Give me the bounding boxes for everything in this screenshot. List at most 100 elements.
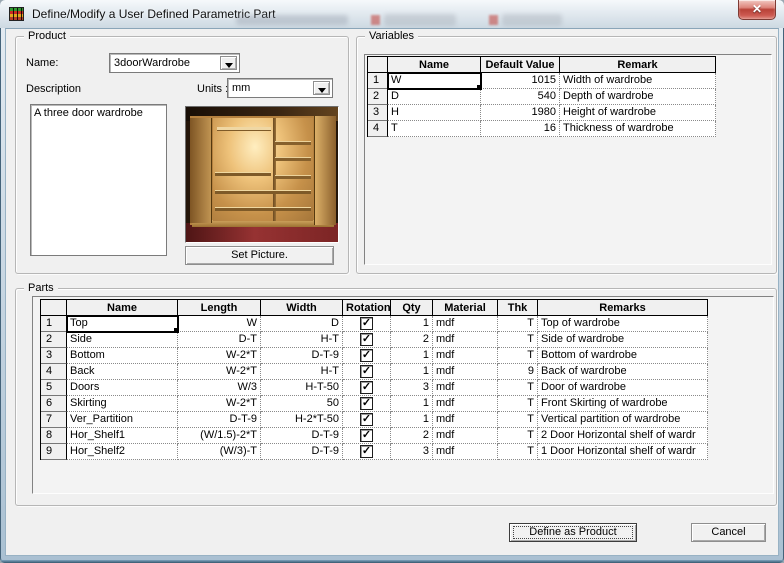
part-rotation-cell[interactable]: ✓ xyxy=(343,444,391,460)
variable-name-cell[interactable]: T xyxy=(388,121,481,137)
part-width-cell[interactable]: D xyxy=(261,316,343,332)
part-material-cell[interactable]: mdf xyxy=(433,380,498,396)
define-as-product-button[interactable]: Define as Product xyxy=(509,523,637,542)
variable-default-value-cell[interactable]: 1015 xyxy=(481,73,560,89)
description-textarea[interactable]: A three door wardrobe xyxy=(30,104,167,256)
part-material-cell[interactable]: mdf xyxy=(433,396,498,412)
part-material-cell[interactable]: mdf xyxy=(433,428,498,444)
row-number-cell[interactable]: 5 xyxy=(41,380,67,396)
row-number-cell[interactable]: 3 xyxy=(41,348,67,364)
variable-name-cell[interactable]: D xyxy=(388,89,481,105)
part-qty-cell[interactable]: 2 xyxy=(391,428,433,444)
units-combobox[interactable]: mm xyxy=(227,78,333,98)
part-rotation-cell[interactable]: ✓ xyxy=(343,364,391,380)
part-length-cell[interactable]: W xyxy=(178,316,261,332)
part-rotation-cell[interactable]: ✓ xyxy=(343,332,391,348)
part-width-cell[interactable]: H-T xyxy=(261,332,343,348)
row-number-cell[interactable]: 1 xyxy=(41,316,67,332)
part-name-cell[interactable]: Hor_Shelf1 xyxy=(67,428,178,444)
part-thk-cell[interactable]: T xyxy=(498,332,538,348)
variable-remark-cell[interactable]: Width of wardrobe xyxy=(560,73,716,89)
part-thk-cell[interactable]: T xyxy=(498,396,538,412)
row-number-cell[interactable]: 7 xyxy=(41,412,67,428)
part-length-cell[interactable]: W-2*T xyxy=(178,396,261,412)
part-name-cell[interactable]: Side xyxy=(67,332,178,348)
part-name-cell[interactable]: Skirting xyxy=(67,396,178,412)
part-remarks-cell[interactable]: Back of wardrobe xyxy=(538,364,708,380)
part-rotation-cell[interactable]: ✓ xyxy=(343,428,391,444)
part-length-cell[interactable]: W-2*T xyxy=(178,348,261,364)
variable-default-value-cell[interactable]: 540 xyxy=(481,89,560,105)
part-width-cell[interactable]: D-T-9 xyxy=(261,428,343,444)
part-remarks-cell[interactable]: Top of wardrobe xyxy=(538,316,708,332)
part-rotation-cell[interactable]: ✓ xyxy=(343,316,391,332)
table-row[interactable]: 5 Doors W/3 H-T-50 ✓ 3 mdf T Door of war… xyxy=(41,380,708,396)
part-material-cell[interactable]: mdf xyxy=(433,412,498,428)
row-number-cell[interactable]: 4 xyxy=(41,364,67,380)
part-remarks-cell[interactable]: Bottom of wardrobe xyxy=(538,348,708,364)
part-qty-cell[interactable]: 1 xyxy=(391,364,433,380)
table-row[interactable]: 7 Ver_Partition D-T-9 H-2*T-50 ✓ 1 mdf T xyxy=(41,412,708,428)
rotation-checkbox[interactable]: ✓ xyxy=(360,317,373,330)
part-remarks-cell[interactable]: Vertical partition of wardrobe xyxy=(538,412,708,428)
part-thk-cell[interactable]: T xyxy=(498,428,538,444)
part-material-cell[interactable]: mdf xyxy=(433,316,498,332)
variable-remark-cell[interactable]: Thickness of wardrobe xyxy=(560,121,716,137)
part-thk-cell[interactable]: T xyxy=(498,444,538,460)
part-qty-cell[interactable]: 1 xyxy=(391,348,433,364)
part-length-cell[interactable]: (W/1.5)-2*T xyxy=(178,428,261,444)
part-remarks-cell[interactable]: Side of wardrobe xyxy=(538,332,708,348)
part-qty-cell[interactable]: 1 xyxy=(391,316,433,332)
table-row[interactable]: 9 Hor_Shelf2 (W/3)-T D-T-9 ✓ 3 mdf T 1 D… xyxy=(41,444,708,460)
row-number-cell[interactable]: 2 xyxy=(41,332,67,348)
part-name-cell[interactable]: Bottom xyxy=(67,348,178,364)
rotation-checkbox[interactable]: ✓ xyxy=(360,429,373,442)
rotation-checkbox[interactable]: ✓ xyxy=(360,365,373,378)
part-thk-cell[interactable]: T xyxy=(498,348,538,364)
part-remarks-cell[interactable]: Front Skirting of wardrobe xyxy=(538,396,708,412)
part-length-cell[interactable]: W-2*T xyxy=(178,364,261,380)
part-width-cell[interactable]: D-T-9 xyxy=(261,444,343,460)
close-button[interactable]: ✕ xyxy=(738,0,776,20)
part-name-cell[interactable]: Ver_Partition xyxy=(67,412,178,428)
part-width-cell[interactable]: 50 xyxy=(261,396,343,412)
part-thk-cell[interactable]: T xyxy=(498,316,538,332)
table-row[interactable]: 1 Top W D ✓ 1 mdf T Top of wardrobe xyxy=(41,315,708,333)
rotation-checkbox[interactable]: ✓ xyxy=(360,381,373,394)
part-name-cell[interactable]: Doors xyxy=(67,380,178,396)
row-number-cell[interactable]: 8 xyxy=(41,428,67,444)
set-picture-button[interactable]: Set Picture. xyxy=(185,246,334,265)
row-number-cell[interactable]: 4 xyxy=(368,121,388,137)
table-row[interactable]: 2 Side D-T H-T ✓ 2 mdf T Side of wardrob… xyxy=(41,332,708,348)
table-row[interactable]: 2 D 540 Depth of wardrobe xyxy=(368,89,716,105)
variable-name-cell[interactable]: H xyxy=(388,105,481,121)
rotation-checkbox[interactable]: ✓ xyxy=(360,445,373,458)
rotation-checkbox[interactable]: ✓ xyxy=(360,397,373,410)
part-name-cell[interactable]: Top xyxy=(66,315,179,333)
part-rotation-cell[interactable]: ✓ xyxy=(343,348,391,364)
part-rotation-cell[interactable]: ✓ xyxy=(343,380,391,396)
part-thk-cell[interactable]: T xyxy=(498,380,538,396)
part-name-cell[interactable]: Back xyxy=(67,364,178,380)
part-width-cell[interactable]: D-T-9 xyxy=(261,348,343,364)
rotation-checkbox[interactable]: ✓ xyxy=(360,413,373,426)
part-thk-cell[interactable]: 9 xyxy=(498,364,538,380)
part-qty-cell[interactable]: 3 xyxy=(391,444,433,460)
table-row[interactable]: 4 Back W-2*T H-T ✓ 1 mdf 9 Back of wardr… xyxy=(41,364,708,380)
cancel-button[interactable]: Cancel xyxy=(691,523,766,542)
part-material-cell[interactable]: mdf xyxy=(433,444,498,460)
table-row[interactable]: 3 H 1980 Height of wardrobe xyxy=(368,105,716,121)
variable-default-value-cell[interactable]: 16 xyxy=(481,121,560,137)
part-material-cell[interactable]: mdf xyxy=(433,348,498,364)
product-name-combobox[interactable]: 3doorWardrobe xyxy=(109,53,240,73)
part-rotation-cell[interactable]: ✓ xyxy=(343,412,391,428)
table-row[interactable]: 4 T 16 Thickness of wardrobe xyxy=(368,121,716,137)
part-material-cell[interactable]: mdf xyxy=(433,332,498,348)
part-thk-cell[interactable]: T xyxy=(498,412,538,428)
variable-remark-cell[interactable]: Depth of wardrobe xyxy=(560,89,716,105)
row-number-cell[interactable]: 2 xyxy=(368,89,388,105)
row-number-cell[interactable]: 6 xyxy=(41,396,67,412)
table-row[interactable]: 8 Hor_Shelf1 (W/1.5)-2*T D-T-9 ✓ 2 mdf T xyxy=(41,428,708,444)
variable-default-value-cell[interactable]: 1980 xyxy=(481,105,560,121)
part-length-cell[interactable]: (W/3)-T xyxy=(178,444,261,460)
